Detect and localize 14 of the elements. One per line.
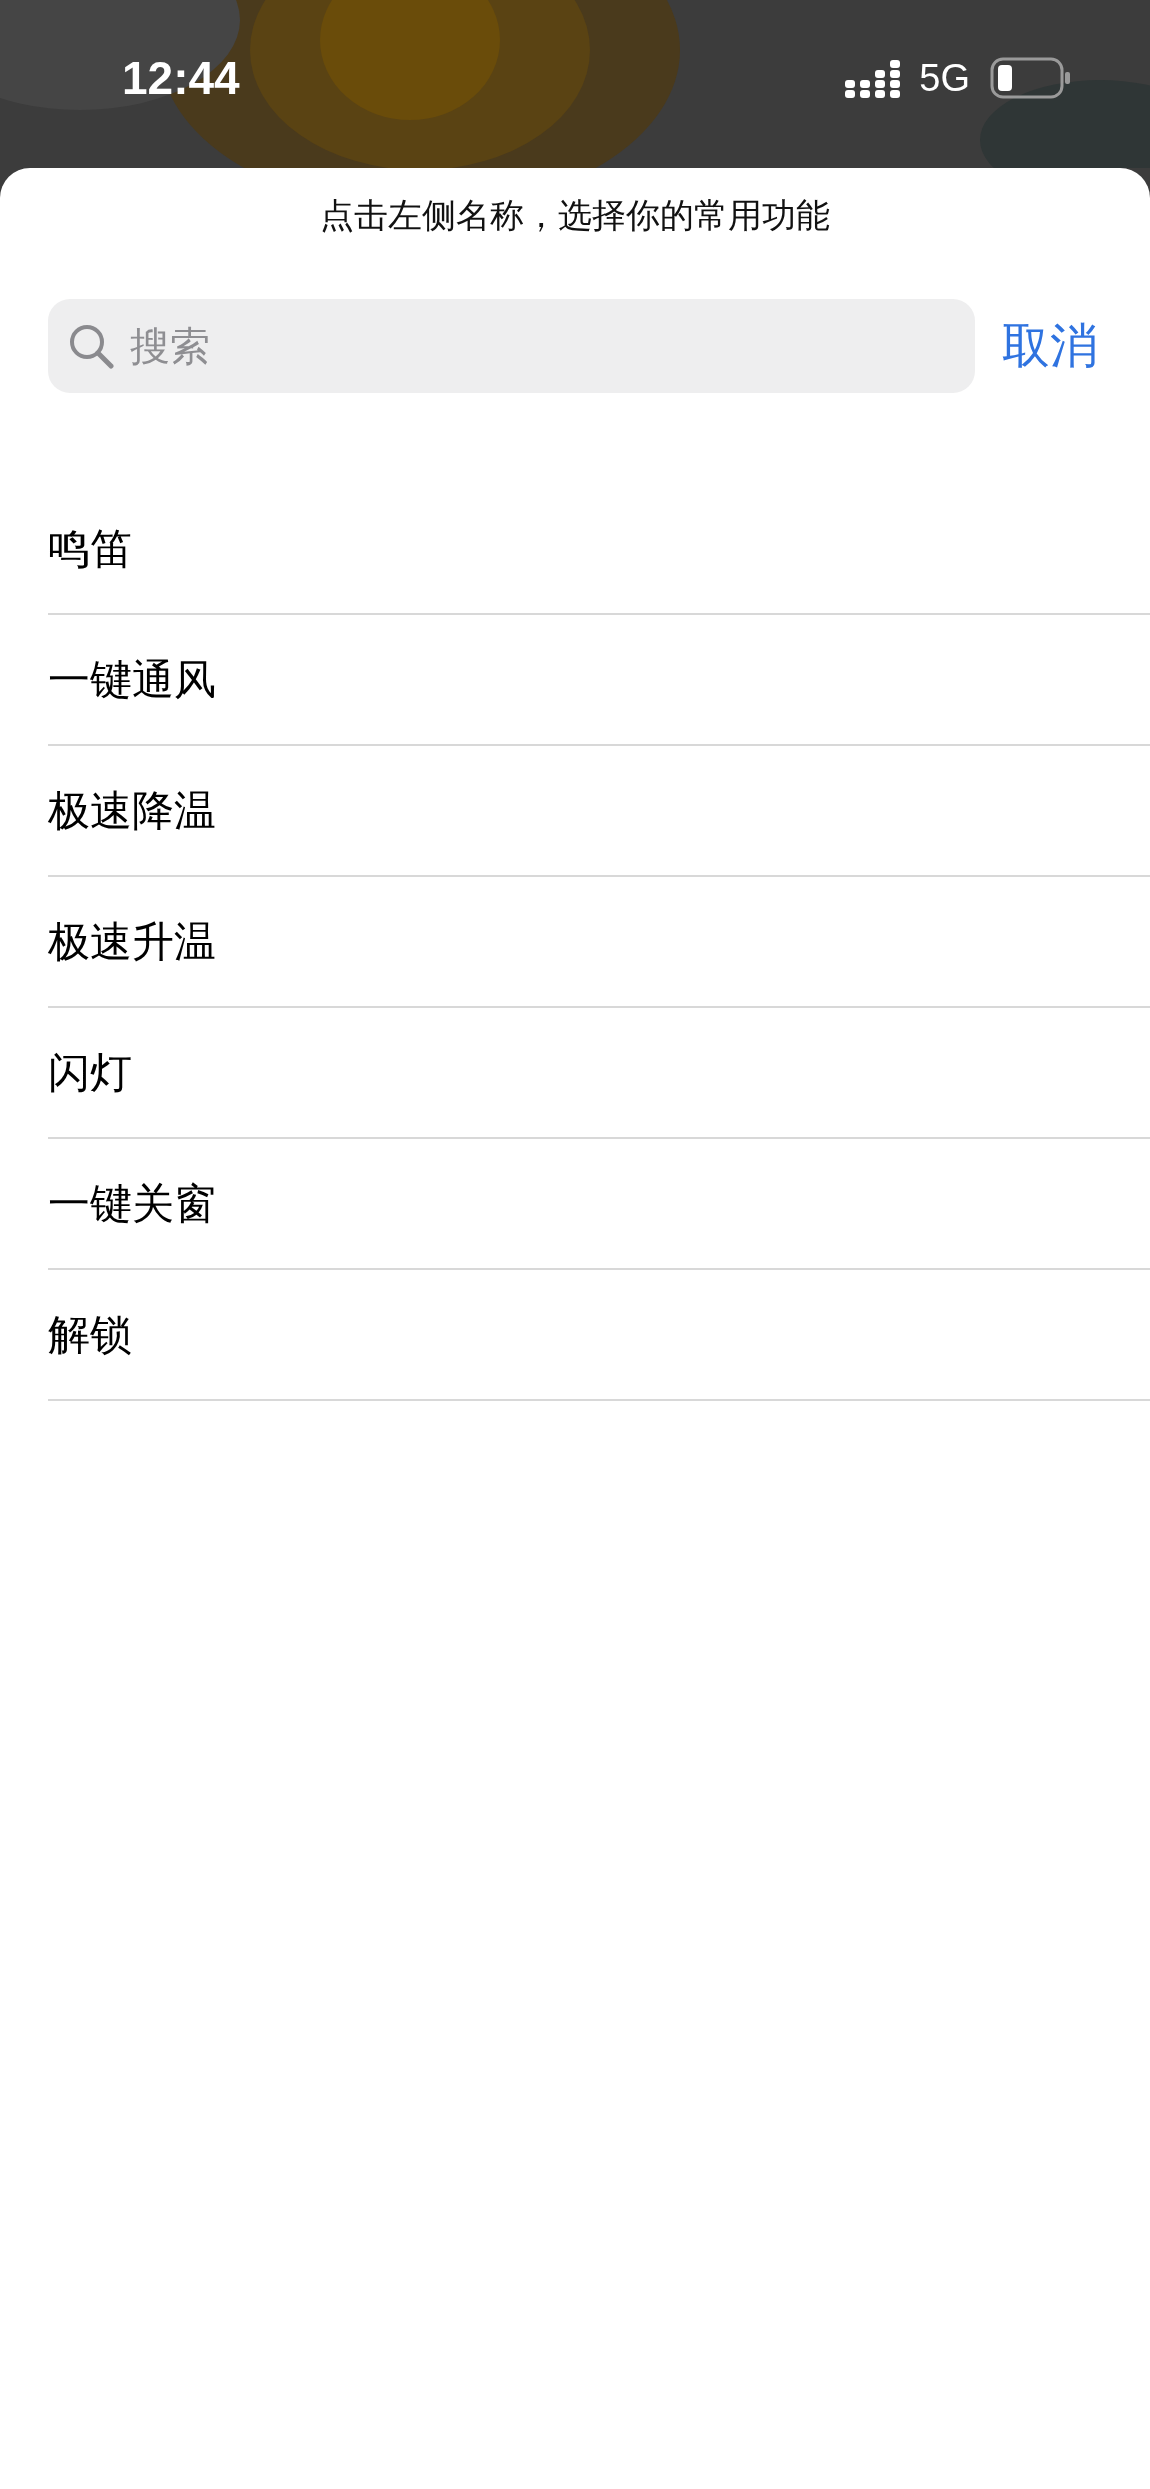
function-item[interactable]: 一键关窗 — [48, 1172, 216, 1235]
search-field[interactable]: 搜索 — [48, 299, 975, 393]
function-item[interactable]: 解锁 — [48, 1303, 132, 1366]
function-item[interactable]: 一键通风 — [48, 648, 216, 711]
function-item[interactable]: 鸣笛 — [48, 517, 132, 580]
battery-icon — [990, 57, 1072, 99]
sheet-hint: 点击左侧名称，选择你的常用功能 — [320, 195, 830, 236]
function-item[interactable]: 闪灯 — [48, 1041, 132, 1104]
search-icon — [68, 323, 114, 369]
status-time: 12:44 — [122, 50, 240, 106]
function-item[interactable]: 极速升温 — [48, 910, 216, 973]
cancel-button[interactable]: 取消 — [1002, 310, 1098, 382]
network-type: 5G — [919, 55, 970, 101]
function-item[interactable]: 极速降温 — [48, 779, 216, 842]
